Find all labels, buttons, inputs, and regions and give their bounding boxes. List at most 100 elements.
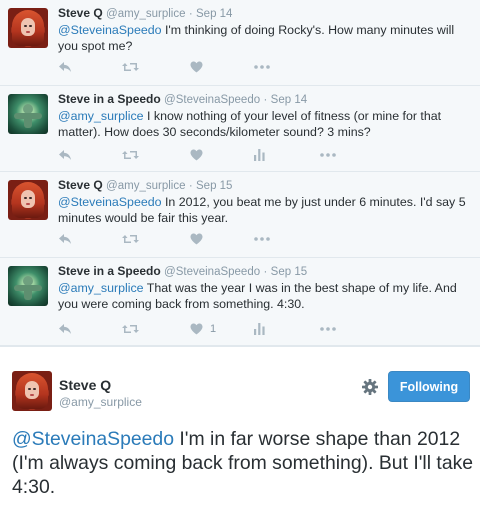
mention-link[interactable]: @SteveinaSpeedo	[58, 195, 162, 209]
avatar[interactable]	[8, 180, 48, 220]
reply-button[interactable]	[58, 232, 72, 246]
author-name[interactable]: Steve in a Speedo	[58, 92, 161, 106]
avatar-face	[21, 18, 35, 36]
retweet-icon	[122, 325, 139, 333]
favorite-icon	[190, 323, 203, 335]
more-icon	[320, 327, 336, 331]
following-button[interactable]: Following	[388, 371, 470, 402]
reply-button[interactable]	[58, 60, 72, 74]
tweet-header: Steve Q @amy_surplice · Sep 15	[58, 178, 232, 194]
avatar-body	[24, 114, 32, 128]
favorite-count: 1	[210, 323, 217, 335]
more-button[interactable]	[254, 232, 270, 246]
retweet-button[interactable]	[122, 322, 139, 336]
tweet-actions: 1	[58, 322, 336, 336]
retweet-button[interactable]	[122, 232, 139, 246]
conversation-thread: Steve Q @amy_surplice · Sep 14 @Steveina…	[0, 0, 480, 346]
reply-icon	[59, 150, 71, 160]
avatar-mouth	[26, 203, 30, 205]
main-tweet: Steve Q @amy_surplice Following @Stevein…	[0, 346, 480, 505]
favorite-button[interactable]	[190, 60, 203, 74]
user-actions-button[interactable]	[360, 377, 380, 397]
more-icon	[254, 237, 270, 241]
mention-link[interactable]: @amy_surplice	[58, 281, 144, 295]
reply-icon	[59, 324, 71, 334]
retweet-icon	[122, 151, 139, 159]
author-handle[interactable]: @amy_surplice	[59, 395, 142, 409]
tweet[interactable]: Steve in a Speedo @SteveinaSpeedo · Sep …	[0, 258, 480, 346]
more-button[interactable]	[320, 322, 336, 336]
tweet-text: @SteveinaSpeedo I'm thinking of doing Ro…	[58, 22, 470, 54]
avatar[interactable]	[12, 371, 52, 411]
retweet-button[interactable]	[122, 148, 139, 162]
more-button[interactable]	[254, 60, 270, 74]
favorite-button[interactable]	[190, 232, 203, 246]
tweet-header: Steve Q @amy_surplice · Sep 14	[58, 6, 232, 22]
tweet-actions	[58, 60, 318, 74]
timestamp[interactable]: Sep 14	[271, 94, 307, 106]
mention-link[interactable]: @SteveinaSpeedo	[12, 428, 174, 450]
author-handle[interactable]: @SteveinaSpeedo	[164, 266, 260, 278]
avatar-eye	[28, 388, 31, 390]
separator: ·	[263, 94, 268, 106]
tweet[interactable]: Steve Q @amy_surplice · Sep 14 @Steveina…	[0, 0, 480, 86]
more-button[interactable]	[320, 148, 336, 162]
avatar-body	[24, 286, 32, 300]
avatar[interactable]	[8, 266, 48, 306]
avatar-eye	[29, 25, 32, 27]
reply-icon	[59, 234, 71, 244]
separator: ·	[188, 8, 193, 20]
author-name[interactable]: Steve in a Speedo	[58, 264, 161, 278]
avatar-mouth	[26, 31, 30, 33]
author-handle[interactable]: @amy_surplice	[106, 180, 185, 192]
stats-icon	[254, 149, 265, 161]
stats-button[interactable]	[254, 148, 265, 162]
timestamp[interactable]: Sep 14	[196, 8, 232, 20]
retweet-icon	[122, 235, 139, 243]
avatar-eye	[24, 197, 27, 199]
favorite-button[interactable]	[190, 148, 203, 162]
tweet-actions	[58, 148, 336, 162]
gear-icon	[362, 379, 378, 395]
stats-icon	[254, 323, 265, 335]
author-name[interactable]: Steve Q	[59, 377, 111, 393]
stats-button[interactable]	[254, 322, 265, 336]
avatar-face	[25, 381, 39, 399]
author-handle[interactable]: @amy_surplice	[106, 8, 185, 20]
author-handle[interactable]: @SteveinaSpeedo	[164, 94, 260, 106]
tweet[interactable]: Steve Q @amy_surplice · Sep 15 @Steveina…	[0, 172, 480, 258]
author-name[interactable]: Steve Q	[58, 178, 103, 192]
avatar[interactable]	[8, 8, 48, 48]
favorite-icon	[190, 61, 203, 73]
avatar-eye	[29, 197, 32, 199]
tweet-text: @SteveinaSpeedo I'm in far worse shape t…	[12, 427, 474, 499]
more-icon	[254, 65, 270, 69]
avatar-face	[21, 190, 35, 208]
separator: ·	[188, 180, 193, 192]
timestamp[interactable]: Sep 15	[196, 180, 232, 192]
tweet-text: @SteveinaSpeedo In 2012, you beat me by …	[58, 194, 470, 226]
mention-link[interactable]: @SteveinaSpeedo	[58, 23, 162, 37]
timestamp[interactable]: Sep 15	[271, 266, 307, 278]
favorite-icon	[190, 149, 203, 161]
reply-icon	[59, 62, 71, 72]
avatar-mouth	[30, 394, 34, 396]
avatar-eye	[33, 388, 36, 390]
favorite-icon	[190, 233, 203, 245]
separator: ·	[263, 266, 268, 278]
tweet-actions	[58, 232, 318, 246]
reply-button[interactable]	[58, 148, 72, 162]
retweet-button[interactable]	[122, 60, 139, 74]
retweet-icon	[122, 63, 139, 71]
favorite-button[interactable]: 1	[190, 322, 216, 336]
tweet[interactable]: Steve in a Speedo @SteveinaSpeedo · Sep …	[0, 86, 480, 172]
tweet-header: Steve in a Speedo @SteveinaSpeedo · Sep …	[58, 264, 307, 280]
avatar[interactable]	[8, 94, 48, 134]
reply-button[interactable]	[58, 322, 72, 336]
tweet-header: Steve in a Speedo @SteveinaSpeedo · Sep …	[58, 92, 307, 108]
tweet-text: @amy_surplice I know nothing of your lev…	[58, 108, 470, 140]
mention-link[interactable]: @amy_surplice	[58, 109, 144, 123]
author-name[interactable]: Steve Q	[58, 6, 103, 20]
tweet-text: @amy_surplice That was the year I was in…	[58, 280, 470, 312]
more-icon	[320, 153, 336, 157]
